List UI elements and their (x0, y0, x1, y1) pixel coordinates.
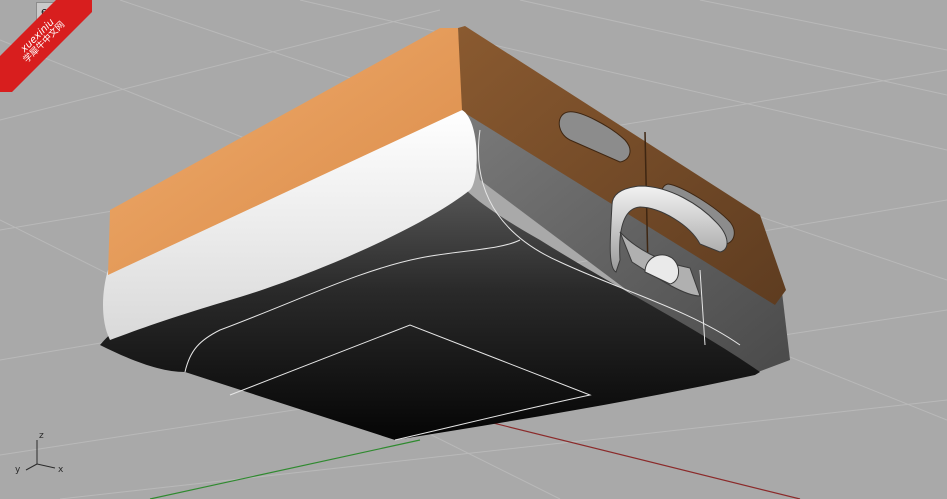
axis-z-label: z (39, 431, 44, 441)
perspective-viewport[interactable]: z x y e ▾ xuexiniu 学犀牛中文网 (0, 0, 947, 499)
axis-icon: z x y (15, 431, 64, 475)
world-y-axis (149, 439, 421, 499)
scene-3d[interactable]: z x y (0, 0, 947, 499)
axis-y-label: y (15, 465, 21, 475)
axis-x-label: x (58, 465, 64, 475)
case-model[interactable] (100, 26, 790, 441)
watermark-badge: xuexiniu 学犀牛中文网 (0, 0, 92, 92)
